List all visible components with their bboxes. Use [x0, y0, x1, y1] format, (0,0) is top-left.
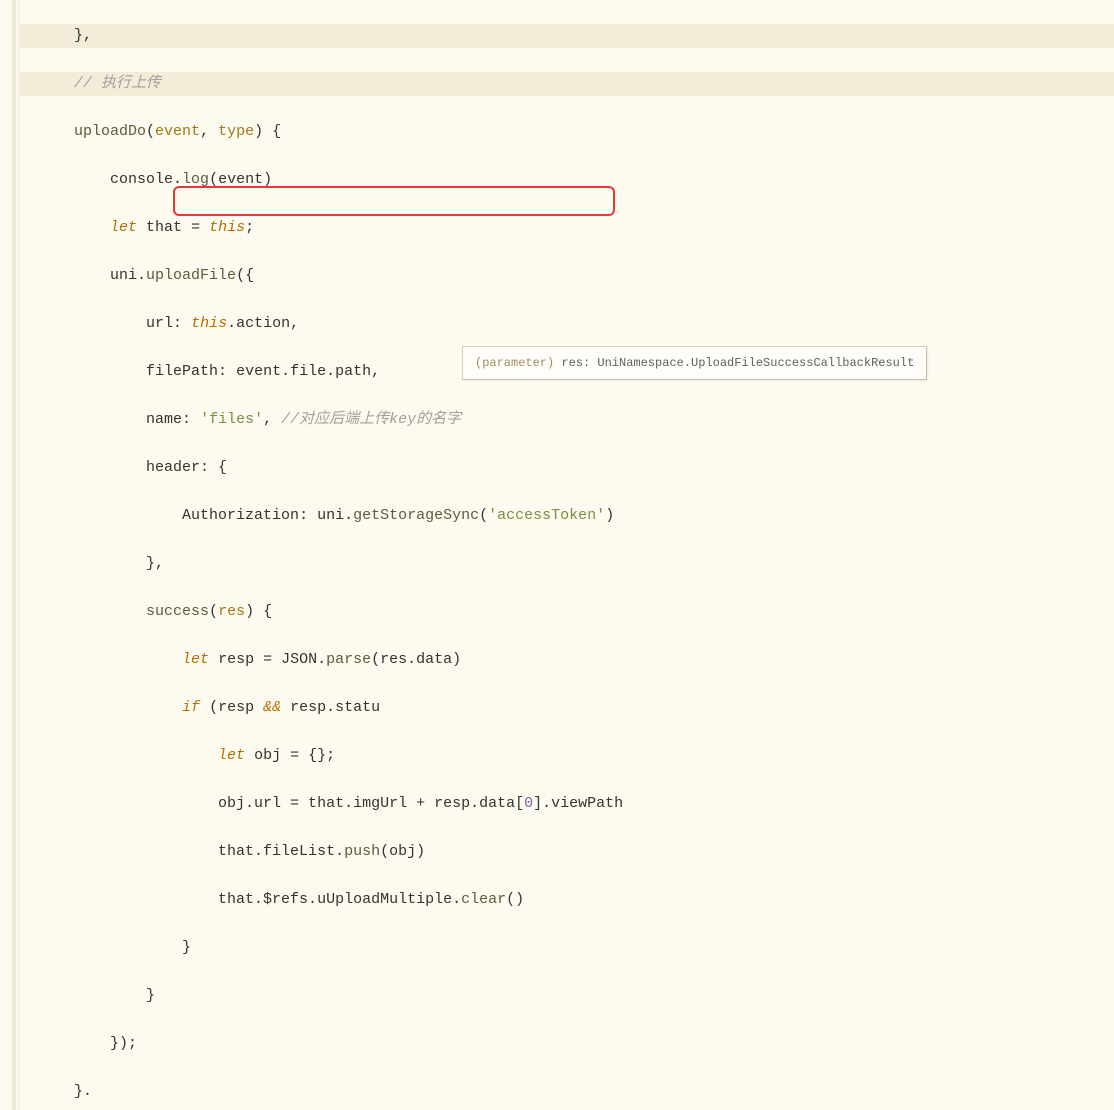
code-line: if (resp && resp.statu	[20, 696, 1114, 720]
code-line: success(res) {	[20, 600, 1114, 624]
code-line: that.$refs.uUploadMultiple.clear()	[20, 888, 1114, 912]
code-line: });	[20, 1032, 1114, 1056]
code-line: }	[20, 984, 1114, 1008]
code-line: that.fileList.push(obj)	[20, 840, 1114, 864]
tooltip-text: res: UniNamespace.UploadFileSuccessCallb…	[554, 356, 914, 370]
fold-indicator	[12, 0, 16, 1110]
code-line-highlighted: name: 'files', //对应后端上传key的名字	[20, 408, 1114, 432]
code-line: console.log(event)	[20, 168, 1114, 192]
intellisense-tooltip: (parameter) res: UniNamespace.UploadFile…	[462, 346, 927, 380]
code-line: uni.uploadFile({	[20, 264, 1114, 288]
code-line: Authorization: uni.getStorageSync('acces…	[20, 504, 1114, 528]
code-content[interactable]: }, // 执行上传 uploadDo(event, type) { conso…	[20, 0, 1114, 1110]
code-line: },	[20, 552, 1114, 576]
code-line: }.	[20, 1080, 1114, 1104]
code-line: }	[20, 936, 1114, 960]
tooltip-keyword: (parameter)	[475, 356, 554, 370]
code-line: let resp = JSON.parse(res.data)	[20, 648, 1114, 672]
code-line: uploadDo(event, type) {	[20, 120, 1114, 144]
code-line: header: {	[20, 456, 1114, 480]
code-line: url: this.action,	[20, 312, 1114, 336]
gutter	[0, 0, 20, 1110]
code-editor[interactable]: }, // 执行上传 uploadDo(event, type) { conso…	[0, 0, 1114, 1110]
code-line: // 执行上传	[20, 72, 1114, 96]
code-line: let that = this;	[20, 216, 1114, 240]
code-line: },	[20, 24, 1114, 48]
code-line: let obj = {};	[20, 744, 1114, 768]
code-line: obj.url = that.imgUrl + resp.data[0].vie…	[20, 792, 1114, 816]
